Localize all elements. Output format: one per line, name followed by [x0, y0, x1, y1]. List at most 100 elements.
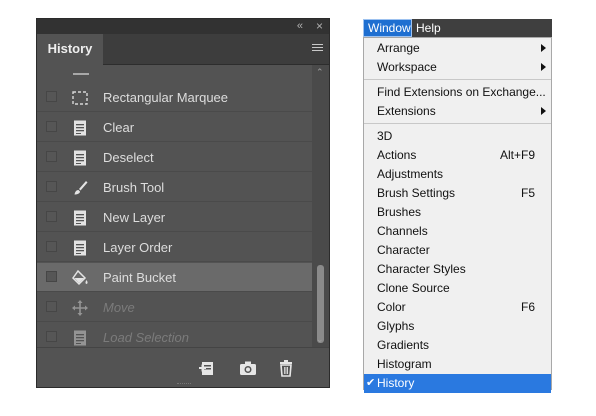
menu-item-label: Clone Source — [377, 281, 450, 295]
source-checkbox[interactable] — [46, 331, 57, 342]
menu-item-label: Adjustments — [377, 167, 444, 181]
menu-item-glyphs[interactable]: Glyphs — [364, 317, 551, 336]
menu-item-adjustments[interactable]: Adjustments — [364, 165, 551, 184]
history-state-row[interactable]: Rectangular Marquee — [37, 83, 312, 112]
menu-item-actions[interactable]: Actions Alt+F9 — [364, 146, 551, 165]
menu-item-gradients[interactable]: Gradients — [364, 336, 551, 355]
history-state-label: Deselect — [103, 150, 154, 165]
menu-item-find-extensions-on-exchange[interactable]: Find Extensions on Exchange... — [364, 83, 551, 102]
menu-item-character-styles[interactable]: Character Styles — [364, 260, 551, 279]
menu-item-history[interactable]: ✔ History — [364, 374, 551, 393]
history-state-row[interactable]: Move — [37, 293, 312, 322]
menu-item-3d[interactable]: 3D — [364, 127, 551, 146]
menu-bar: Window Help — [363, 19, 552, 37]
menu-item-character[interactable]: Character — [364, 241, 551, 260]
menu-item-label: Workspace — [377, 60, 437, 74]
menu-item-color[interactable]: Color F6 — [364, 298, 551, 317]
menu-item-label: Channels — [377, 224, 428, 238]
history-state-row[interactable]: Clear — [37, 113, 312, 142]
document-icon — [70, 208, 90, 228]
menu-separator — [364, 123, 551, 124]
source-checkbox[interactable] — [46, 241, 57, 252]
menu-item-workspace[interactable]: Workspace — [364, 58, 551, 77]
marquee-icon — [70, 88, 90, 108]
history-state-row[interactable]: Deselect — [37, 143, 312, 172]
menu-item-histogram[interactable]: Histogram — [364, 355, 551, 374]
window-menu: Arrange Workspace Find Extensions on Excha… — [363, 37, 552, 393]
menu-item-label: Character — [377, 243, 430, 257]
menu-separator — [364, 79, 551, 80]
menu-item-label: Brush Settings — [377, 186, 456, 200]
source-checkbox[interactable] — [46, 211, 57, 222]
document-icon — [70, 328, 90, 347]
document-icon — [70, 148, 90, 168]
menu-item-label: Character Styles — [377, 262, 466, 276]
history-state-label: Brush Tool — [103, 180, 165, 195]
paint-bucket-icon — [70, 268, 90, 288]
history-state-row[interactable]: Load Selection — [37, 323, 312, 347]
menu-item-brush-settings[interactable]: Brush Settings F5 — [364, 184, 551, 203]
menu-item-brushes[interactable]: Brushes — [364, 203, 551, 222]
tab-history[interactable]: History — [37, 34, 103, 65]
history-state-label: Move — [103, 300, 135, 315]
scroll-up-icon[interactable]: ⌃ — [316, 67, 324, 78]
camera-icon[interactable] — [238, 358, 258, 378]
menu-help[interactable]: Help — [412, 19, 448, 37]
panel-resize-grip[interactable] — [177, 383, 191, 387]
menu-item-label: 3D — [377, 129, 393, 143]
menu-item-label: Color — [377, 300, 406, 314]
menu-item-label: Find Extensions on Exchange... — [377, 85, 546, 99]
source-checkbox[interactable] — [46, 181, 57, 192]
menu-item-label: Glyphs — [377, 319, 415, 333]
menu-item-label: Gradients — [377, 338, 430, 352]
submenu-arrow-icon — [541, 107, 546, 115]
submenu-arrow-icon — [541, 63, 546, 71]
snapshot-divider — [73, 73, 89, 75]
history-state-row[interactable]: New Layer — [37, 203, 312, 232]
scroll-down-icon[interactable]: ⌄ — [316, 334, 324, 345]
source-checkbox[interactable] — [46, 151, 57, 162]
menu-item-label: History — [377, 376, 415, 390]
source-checkbox[interactable] — [46, 301, 57, 312]
history-state-label: Rectangular Marquee — [103, 90, 229, 105]
history-state-label: New Layer — [103, 210, 166, 225]
menu-item-label: Actions — [377, 148, 417, 162]
source-checkbox[interactable] — [46, 271, 57, 282]
menu-item-channels[interactable]: Channels — [364, 222, 551, 241]
history-state-label: Paint Bucket — [103, 270, 176, 285]
source-checkbox[interactable] — [46, 91, 57, 102]
document-icon — [70, 118, 90, 138]
menu-item-shortcut: F5 — [520, 186, 535, 200]
panel-title-strip: « × — [37, 19, 329, 34]
panel-tab-bar: History — [37, 34, 329, 65]
brush-icon — [70, 178, 90, 198]
document-icon — [70, 238, 90, 258]
menu-item-extensions[interactable]: Extensions — [364, 102, 551, 121]
close-panel-icon[interactable]: × — [316, 19, 323, 34]
trash-icon[interactable] — [276, 358, 296, 378]
history-state-row[interactable]: Paint Bucket — [37, 263, 312, 292]
panel-menu-icon[interactable] — [312, 44, 323, 54]
menu-item-label: Arrange — [377, 41, 420, 55]
menu-item-label: Histogram — [377, 357, 432, 371]
menu-item-shortcut: F6 — [520, 300, 535, 314]
submenu-arrow-icon — [541, 44, 546, 52]
new-document-from-state-icon[interactable] — [197, 358, 217, 378]
menu-window[interactable]: Window — [363, 19, 412, 37]
history-state-row[interactable]: Layer Order — [37, 233, 312, 262]
menu-item-label: Extensions — [377, 104, 436, 118]
scrollbar-thumb[interactable] — [317, 265, 324, 343]
history-state-label: Load Selection — [103, 330, 190, 345]
collapse-panel-icon[interactable]: « — [297, 19, 303, 34]
menu-item-clone-source[interactable]: Clone Source — [364, 279, 551, 298]
checkmark-icon: ✔ — [366, 377, 376, 389]
move-icon — [70, 298, 90, 318]
history-scrollbar[interactable]: ⌃ ⌄ — [312, 65, 329, 347]
history-state-label: Clear — [103, 120, 135, 135]
history-state-row[interactable]: Brush Tool — [37, 173, 312, 202]
history-footer — [37, 347, 329, 387]
menu-item-label: Brushes — [377, 205, 422, 219]
menu-item-arrange[interactable]: Arrange — [364, 39, 551, 58]
history-panel: « × History Rectangular Marquee Clear Dese… — [36, 18, 330, 388]
source-checkbox[interactable] — [46, 121, 57, 132]
